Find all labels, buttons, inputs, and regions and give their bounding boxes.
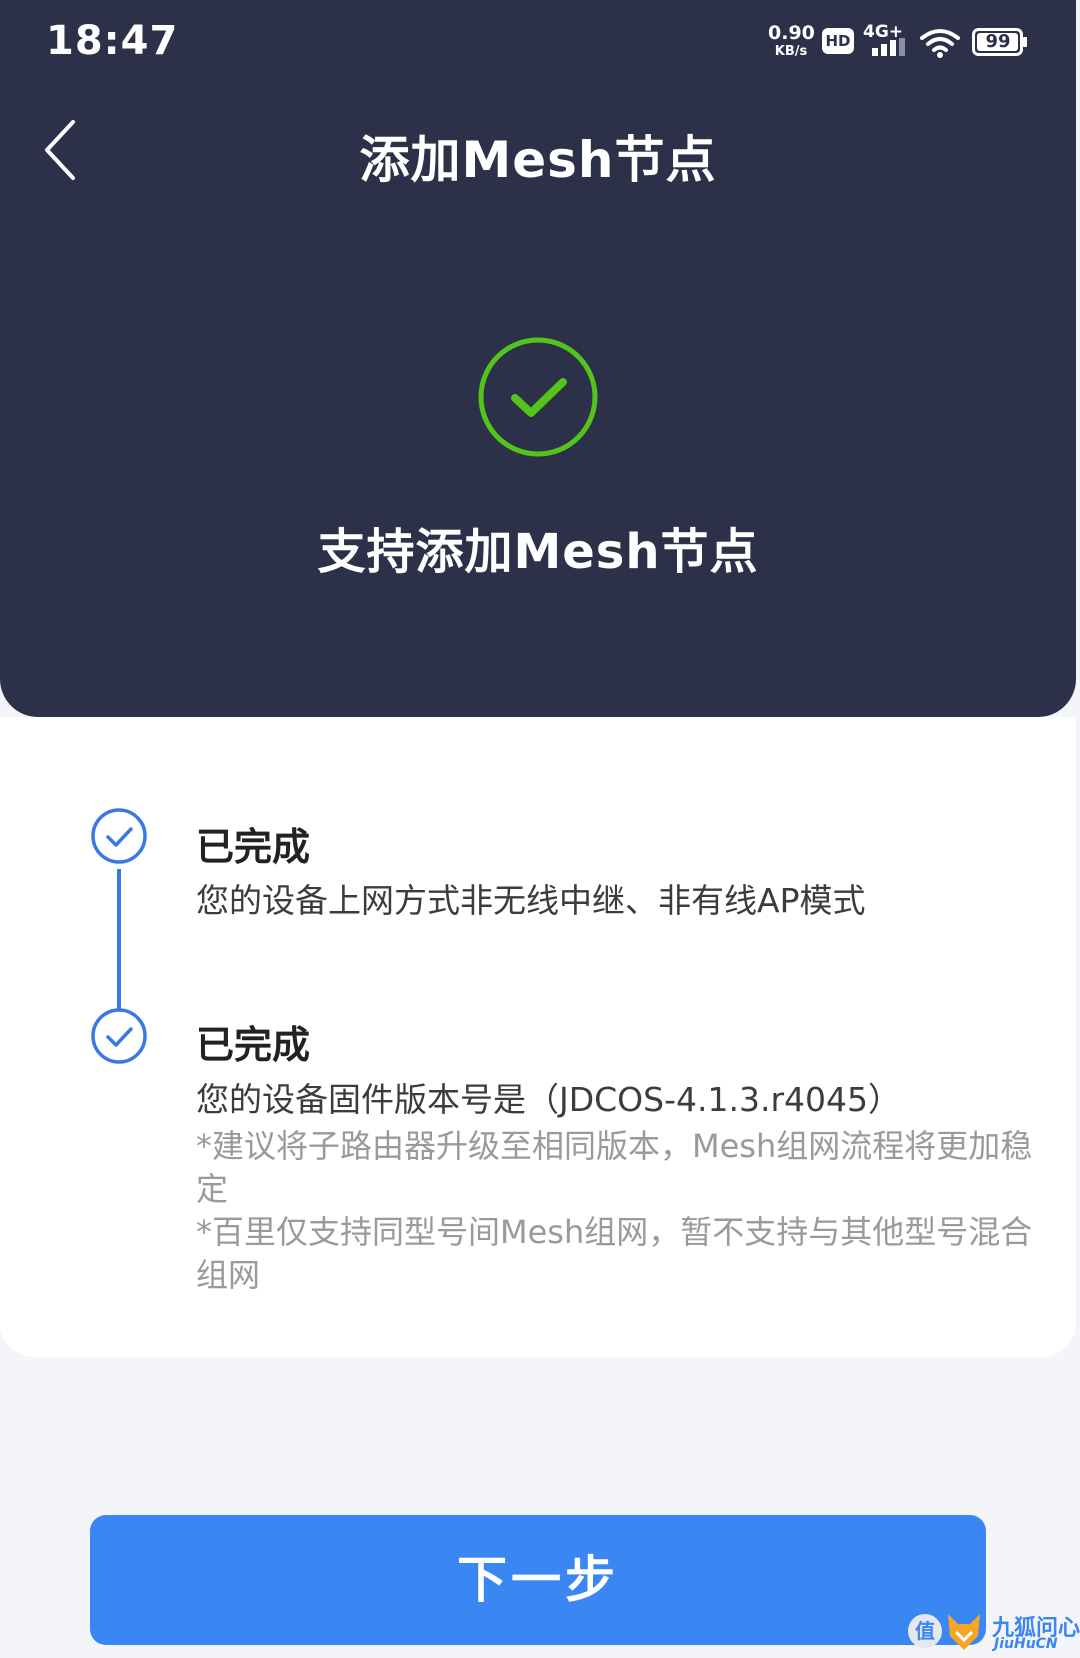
network-speed-unit: KB/s [774, 44, 808, 59]
hd-badge-icon: HD [822, 28, 854, 54]
next-step-button[interactable]: 下一步 [90, 1515, 986, 1645]
watermark-name-en: JiuHuCN [994, 1636, 1058, 1652]
step-1-description: 您的设备上网方式非无线中继、非有线AP模式 [196, 881, 866, 920]
success-check-icon [478, 337, 598, 457]
fox-logo-icon [948, 1614, 980, 1650]
network-speed: 0.90 KB/s [768, 22, 815, 59]
step-2-note-upgrade: *建议将子路由器升级至相同版本，Mesh组网流程将更加稳定 [196, 1127, 1033, 1208]
step-2-note-model: *百里仅支持同型号间Mesh组网，暂不支持与其他型号混合组网 [196, 1213, 1033, 1294]
wifi-icon [920, 29, 960, 58]
step-1-check-icon [91, 808, 147, 864]
step-connector [117, 869, 121, 1010]
battery-level: 99 [985, 31, 1011, 52]
watermark-badge-icon: 值 [908, 1614, 942, 1648]
status-bar: 18:47 0.90 KB/s HD 4G+ 99 [0, 0, 1076, 86]
result-title: 支持添加Mesh节点 [317, 524, 759, 580]
network-speed-value: 0.90 [768, 22, 815, 44]
watermark-logo: 值 九狐问心 JiuHuCN [908, 1608, 1080, 1656]
header-panel: 18:47 0.90 KB/s HD 4G+ 99 添加Mesh节点 支持添加M… [0, 0, 1076, 717]
step-1-title: 已完成 [196, 825, 311, 869]
step-2-description: 您的设备固件版本号是（JDCOS-4.1.3.r4045） [196, 1080, 902, 1119]
signal-icon [872, 38, 905, 56]
page-title: 添加Mesh节点 [359, 131, 717, 189]
step-2-check-icon [91, 1008, 147, 1064]
status-time: 18:47 [46, 18, 179, 64]
step-2-title: 已完成 [196, 1023, 311, 1067]
